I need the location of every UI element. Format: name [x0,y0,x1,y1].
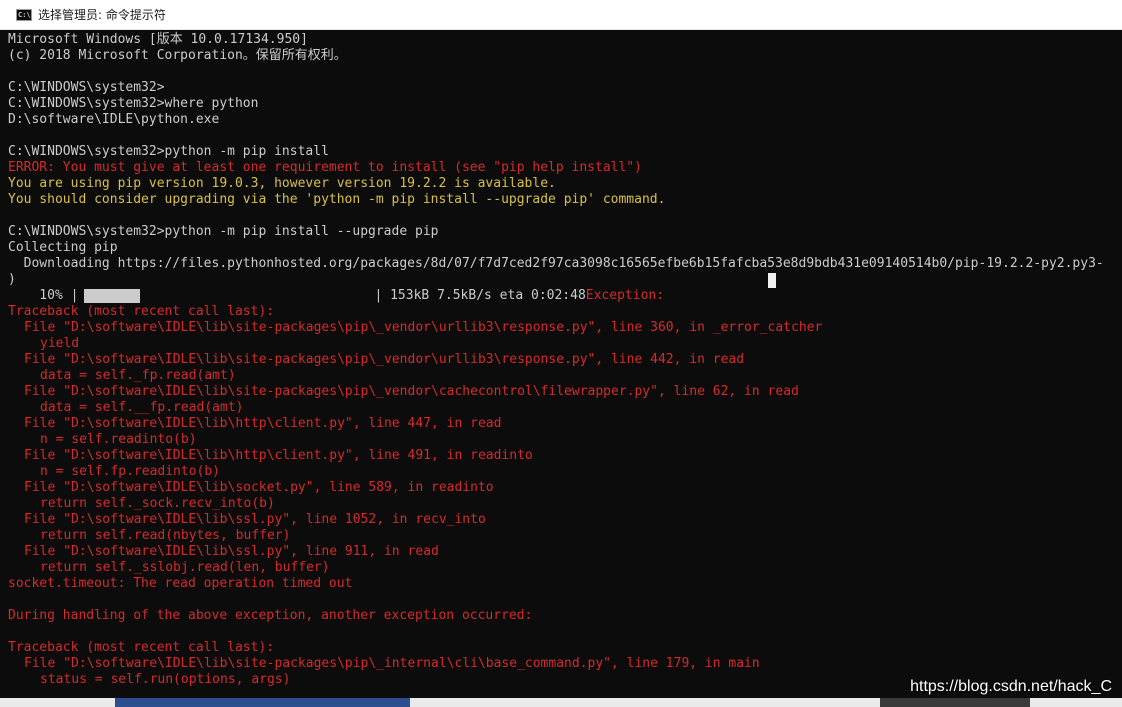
console-line: C:\WINDOWS\system32>python -m pip instal… [8,144,329,159]
console-line: ERROR: You must give at least one requir… [8,160,642,175]
console-line: C:\WINDOWS\system32>python -m pip instal… [8,224,439,239]
traceback-line: data = self.__fp.read(amt) [40,400,244,415]
progress-bar [78,288,374,304]
traceback-line: File "D:\software\IDLE\lib\site-packages… [24,320,823,335]
traceback-line: File "D:\software\IDLE\lib\socket.py", l… [24,480,494,495]
traceback-line: Traceback (most recent call last): [8,304,275,319]
window-titlebar[interactable]: C:\ 选择管理员: 命令提示符 [0,0,1122,30]
traceback-line: n = self.fp.readinto(b) [40,464,221,479]
cmd-icon: C:\ [16,8,32,21]
traceback-line: Traceback (most recent call last): [8,640,275,655]
console-line: You are using pip version 19.0.3, howeve… [8,176,556,191]
console-line: (c) 2018 Microsoft Corporation。保留所有权利。 [8,48,347,63]
download-progress-line: 10% | | 153kB 7.5kB/s eta 0:02:48Exceptio… [8,288,664,304]
traceback-line: return self._sock.recv_into(b) [40,496,275,511]
exception-label: Exception: [585,288,665,303]
console-line: C:\WINDOWS\system32> [8,80,165,95]
console-line: Downloading https://files.pythonhosted.o… [8,256,1104,271]
progress-stats: | 153kB 7.5kB/s eta 0:02:48 [374,288,586,303]
watermark: https://blog.csdn.net/hack_C [910,678,1112,695]
traceback-line: yield [40,336,80,351]
console-line: D:\software\IDLE\python.exe [8,112,220,127]
traceback-line: socket.timeout: The read operation timed… [8,576,353,591]
traceback-line: return self.read(nbytes, buffer) [40,528,291,543]
traceback-line: File "D:\software\IDLE\lib\ssl.py", line… [24,544,439,559]
console-line: C:\WINDOWS\system32>where python [8,96,259,111]
progress-percent: 10% | [8,288,79,303]
console-line: ) [8,272,16,287]
traceback-line: status = self.run(options, args) [40,672,291,687]
traceback-line: File "D:\software\IDLE\lib\site-packages… [24,384,799,399]
traceback-line: During handling of the above exception, … [8,608,533,623]
traceback-line: File "D:\software\IDLE\lib\ssl.py", line… [24,512,486,527]
traceback-line: n = self.readinto(b) [40,432,197,447]
traceback-line: File "D:\software\IDLE\lib\http\client.p… [24,448,533,463]
background-tab [115,698,410,707]
console-line: Microsoft Windows [版本 10.0.17134.950] [8,32,308,47]
console-line: Collecting pip [8,240,118,255]
background-tab [880,698,1030,707]
traceback-line: File "D:\software\IDLE\lib\http\client.p… [24,416,502,431]
console-output[interactable]: Microsoft Windows [版本 10.0.17134.950] (c)… [0,30,1122,698]
progress-bar-fill [84,289,141,303]
traceback-line: return self._sslobj.read(len, buffer) [40,560,330,575]
background-taskbar-strip [0,698,1122,707]
text-cursor [768,273,776,288]
traceback-line: File "D:\software\IDLE\lib\site-packages… [24,352,745,367]
console-line: You should consider upgrading via the 'p… [8,192,666,207]
window-title: 选择管理员: 命令提示符 [38,8,166,22]
traceback-line: File "D:\software\IDLE\lib\site-packages… [24,656,760,671]
traceback-line: data = self._fp.read(amt) [40,368,236,383]
